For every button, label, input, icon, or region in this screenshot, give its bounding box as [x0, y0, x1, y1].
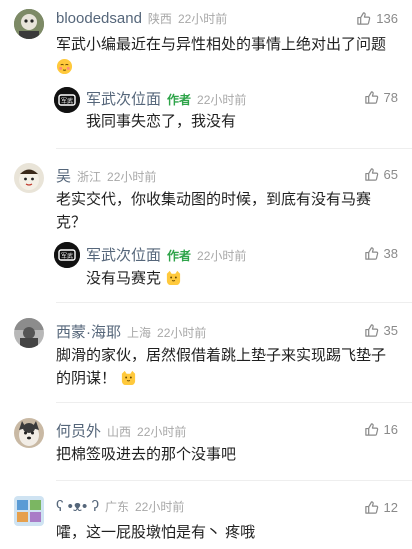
divider [56, 148, 412, 149]
svg-text:军武: 军武 [61, 97, 73, 105]
author-avatar[interactable]: 军武 [54, 242, 80, 268]
cat-face-icon [122, 370, 136, 386]
location: 山西 [107, 425, 132, 439]
comment-text-line: 克？ [56, 214, 87, 231]
timestamp: 22小时前 [197, 249, 247, 263]
like-count: 136 [376, 11, 398, 26]
timestamp: 22小时前 [137, 425, 187, 439]
reply-username[interactable]: 军武次位面 作者 22小时前 [86, 244, 246, 265]
avatar[interactable] [14, 496, 44, 526]
comment-text: 老实交代，你收集动图的时候，到底有没有马赛 克？ [56, 188, 401, 234]
thumbs-up-icon [364, 324, 378, 337]
cat-face-icon [167, 270, 181, 286]
thumbs-up-icon [364, 168, 378, 181]
like-button[interactable]: 38 [364, 246, 398, 261]
username-text[interactable]: 何员外 [56, 423, 101, 440]
username-text[interactable]: ʕ •ᴥ• ʔ [56, 498, 99, 515]
username-text[interactable]: 西蒙·海耶 [56, 324, 121, 341]
location: 浙江 [77, 170, 102, 184]
avatar[interactable] [14, 163, 44, 193]
username-text[interactable]: 吴 [56, 168, 71, 185]
divider [56, 402, 412, 403]
location: 广东 [104, 500, 129, 514]
like-count: 16 [383, 422, 398, 437]
avatar[interactable] [14, 9, 44, 39]
like-count: 78 [383, 90, 398, 105]
like-button[interactable]: 78 [364, 90, 398, 105]
like-count: 38 [383, 246, 398, 261]
timestamp: 22小时前 [197, 93, 247, 107]
like-button[interactable]: 136 [356, 11, 398, 26]
like-count: 12 [383, 500, 398, 515]
username[interactable]: ʕ •ᴥ• ʔ 广东 22小时前 [56, 498, 184, 515]
thumbs-up-icon [364, 423, 378, 436]
comment-text-line: 军武小编最近在与异性相处的事情上绝对出了问题 [56, 36, 387, 53]
username-text[interactable]: bloodedsand [56, 10, 142, 27]
comment-text: 把棉签吸进去的那个没事吧 [56, 446, 237, 463]
username[interactable]: 吴浙江 22小时前 [56, 165, 156, 186]
like-button[interactable]: 35 [364, 323, 398, 338]
like-button[interactable]: 65 [364, 167, 398, 182]
location: 陕西 [147, 12, 172, 26]
divider [56, 480, 412, 481]
reply-text-line: 没有马赛克 [86, 270, 162, 287]
divider [56, 302, 412, 303]
thumbs-up-icon [364, 247, 378, 260]
reply-username[interactable]: 军武次位面 作者 22小时前 [86, 88, 246, 109]
comment-text: 军武小编最近在与异性相处的事情上绝对出了问题 [56, 33, 401, 79]
avatar[interactable] [14, 318, 44, 348]
avatar[interactable] [14, 418, 44, 448]
reply-username-text[interactable]: 军武次位面 [86, 247, 161, 264]
thumbs-up-icon [364, 501, 378, 514]
username[interactable]: 何员外 山西 22小时前 [56, 420, 186, 441]
like-button[interactable]: 12 [364, 500, 398, 515]
comment-text-line: 老实交代，你收集动图的时候，到底有没有马赛 [56, 191, 372, 208]
comment-text: 脚滑的家伙，居然假借着跳上垫子来实现踢飞垫子 的阴谋！ [56, 344, 401, 390]
timestamp: 22小时前 [157, 326, 207, 340]
svg-text:军武: 军武 [61, 252, 73, 260]
username[interactable]: 西蒙·海耶 上海 22小时前 [56, 321, 206, 342]
like-count: 65 [383, 167, 398, 182]
comment-text-line: 脚滑的家伙，居然假借着跳上垫子来实现踢飞垫子 [56, 347, 387, 364]
thumbs-up-icon [364, 91, 378, 104]
reply-text: 我同事失恋了，我没有 [86, 113, 237, 130]
reply-username-text[interactable]: 军武次位面 [86, 91, 161, 108]
blushing-face-icon [56, 58, 73, 75]
timestamp: 22小时前 [107, 170, 157, 184]
thumbs-up-icon [357, 12, 371, 25]
author-avatar[interactable]: 军武 [54, 87, 80, 113]
location: 上海 [127, 326, 152, 340]
author-badge: 作者 [167, 93, 192, 107]
timestamp: 22小时前 [177, 12, 228, 26]
reply-text: 没有马赛克 [86, 267, 182, 290]
author-badge: 作者 [167, 249, 192, 263]
username[interactable]: bloodedsand 陕西 22小时前 [56, 10, 227, 27]
comment-text: 嚯，这一屁股墩怕是有丶 疼哦 [56, 524, 256, 541]
like-count: 35 [383, 323, 398, 338]
comment-text-line: 的阴谋！ [56, 370, 117, 387]
like-button[interactable]: 16 [364, 422, 398, 437]
timestamp: 22小时前 [134, 500, 185, 514]
